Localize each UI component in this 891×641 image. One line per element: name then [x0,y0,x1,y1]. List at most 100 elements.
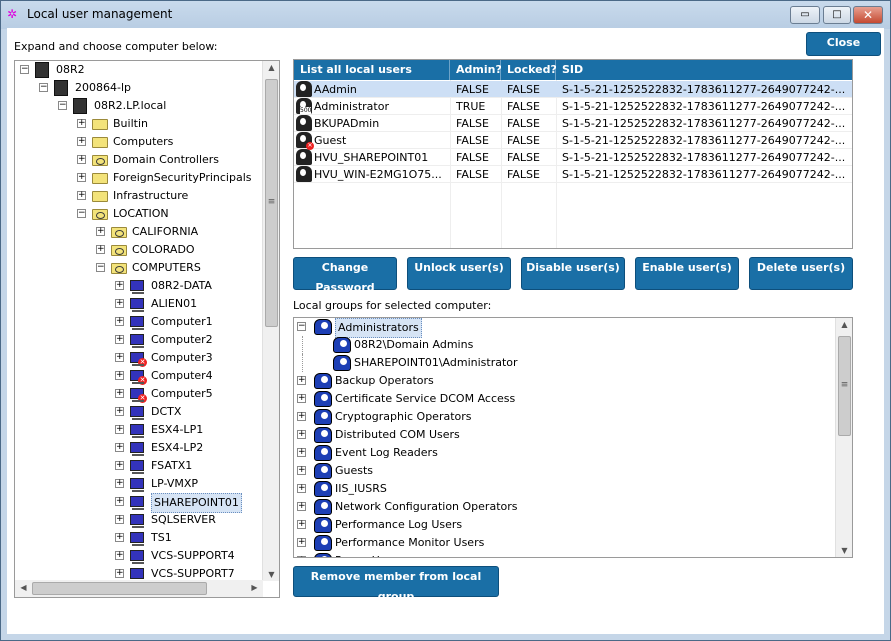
expand-icon[interactable]: + [115,299,124,308]
expand-icon[interactable]: + [115,371,124,380]
expand-icon[interactable]: + [77,173,86,182]
expand-icon[interactable]: + [297,538,306,547]
collapse-icon[interactable]: − [96,263,105,272]
collapse-icon[interactable]: − [39,83,48,92]
expand-icon[interactable]: + [297,376,306,385]
tree-item[interactable]: + ForeignSecurityPrincipals [15,169,263,187]
group-item[interactable]: + Distributed COM Users [294,426,834,444]
group-item[interactable]: + IIS_IUSRS [294,480,834,498]
collapse-icon[interactable]: − [297,322,306,331]
expand-icon[interactable]: + [77,191,86,200]
expand-icon[interactable]: + [297,430,306,439]
tree-item[interactable]: + LP-VMXP [15,475,263,493]
collapse-icon[interactable]: − [77,209,86,218]
tree-item[interactable]: + Infrastructure [15,187,263,205]
expand-icon[interactable]: + [115,533,124,542]
expand-icon[interactable]: + [115,281,124,290]
expand-icon[interactable]: + [115,335,124,344]
expand-icon[interactable]: + [297,520,306,529]
remove-member-button[interactable]: Remove member from local group [293,566,499,603]
tree-item[interactable]: +08R2-DATA [15,277,263,295]
expand-icon[interactable]: + [115,443,124,452]
tree-item[interactable]: + CALIFORNIA [15,223,263,241]
expand-icon[interactable]: + [115,479,124,488]
tree-vertical-scrollbar[interactable]: ▲ ≡ ▼ [262,61,279,581]
expand-icon[interactable]: + [297,448,306,457]
tree-item[interactable]: + DCTX [15,403,263,421]
tree-item[interactable]: + FSATX1 [15,457,263,475]
tree-item[interactable]: − 08R2 [15,61,263,79]
tree-item[interactable]: − COMPUTERS [15,259,263,277]
group-item[interactable]: − Administrators [294,318,834,338]
group-item[interactable]: + Certificate Service DCOM Access [294,390,834,408]
tree-item[interactable]: + Computer2 [15,331,263,349]
tree-item[interactable]: + VCS-SUPPORT4 [15,547,263,565]
delete-user-s-button[interactable]: Delete user(s) [749,257,853,290]
column-header-user[interactable]: List all local users [294,60,450,80]
group-item[interactable]: + Power Users [294,552,834,557]
expand-icon[interactable]: + [297,484,306,493]
user-row[interactable]: AAdmin FALSE FALSE S-1-5-21-1252522832-1783… [294,81,852,98]
tree-item[interactable]: + ALIEN01 [15,295,263,313]
tree-item[interactable]: − 200864-lp [15,79,263,97]
expand-icon[interactable]: + [297,466,306,475]
group-item[interactable]: + Network Configuration Operators [294,498,834,516]
expand-icon[interactable]: + [115,515,124,524]
tree-item[interactable]: + ESX4-LP2 [15,439,263,457]
tree-item[interactable]: + Computer3 [15,349,263,367]
close-button[interactable]: Close [806,32,881,56]
group-item[interactable]: + Performance Log Users [294,516,834,534]
expand-icon[interactable]: + [77,155,86,164]
groups-tree[interactable]: − Administrators 08R2\Domain Admins SHAREPO… [293,317,853,558]
expand-icon[interactable]: + [96,227,105,236]
expand-icon[interactable]: + [115,461,124,470]
user-row[interactable]: ✕ Guest FALSE FALSE S-1-5-21-1252522832-1783… [294,132,852,150]
h-scroll-thumb[interactable] [32,582,207,595]
collapse-icon[interactable]: − [20,65,29,74]
user-row[interactable]: BKUPADmin FALSE FALSE S-1-5-21-1252522832-1… [294,115,852,132]
tree-item[interactable]: + Builtin [15,115,263,133]
tree-item[interactable]: − 08R2.LP.local [15,97,263,115]
user-row[interactable]: 500 Administrator TRUE FALSE S-1-5-21-125252… [294,98,852,115]
tree-item[interactable]: + TS1 [15,529,263,547]
tree-item[interactable]: + COLORADO [15,241,263,259]
maximize-button[interactable]: □ [823,6,851,24]
column-header-admin[interactable]: Admin? [450,60,502,80]
minimize-button[interactable]: ▭ [790,6,820,24]
expand-icon[interactable]: + [77,119,86,128]
expand-icon[interactable]: + [297,502,306,511]
group-item[interactable]: + Event Log Readers [294,444,834,462]
expand-icon[interactable]: + [115,353,124,362]
disable-user-s-button[interactable]: Disable user(s) [521,257,625,290]
expand-icon[interactable]: + [115,425,124,434]
tree-item[interactable]: + Computer5 [15,385,263,403]
expand-icon[interactable]: + [115,569,124,578]
unlock-user-s-button[interactable]: Unlock user(s) [407,257,511,290]
expand-icon[interactable]: + [96,245,105,254]
tree-item[interactable]: + ESX4-LP1 [15,421,263,439]
column-header-sid[interactable]: SID [556,60,852,80]
group-item[interactable]: + Performance Monitor Users [294,534,834,552]
tree-item[interactable]: + SQLSERVER [15,511,263,529]
expand-icon[interactable]: + [115,407,124,416]
group-item[interactable]: + Backup Operators [294,372,834,390]
tree-item[interactable]: + Computer1 [15,313,263,331]
change-password-button[interactable]: Change Password [293,257,397,294]
tree-item[interactable]: − LOCATION [15,205,263,223]
computer-tree[interactable]: −08R2−200864-lp −08R2.LP.local + Builtin + Co… [14,60,280,598]
tree-item[interactable]: + Computer4 [15,367,263,385]
tree-item[interactable]: + Domain Controllers [15,151,263,169]
group-member-item[interactable]: SHAREPOINT01\Administrator [294,354,834,372]
expand-icon[interactable]: + [297,412,306,421]
user-row[interactable]: HVU_SHAREPOINT01 FALSE FALSE S-1-5-21-12525… [294,149,852,166]
expand-icon[interactable]: + [297,394,306,403]
expand-icon[interactable]: + [297,556,306,557]
groups-vertical-scrollbar[interactable]: ▲ ≡ ▼ [835,318,852,557]
collapse-icon[interactable]: − [58,101,67,110]
tree-item[interactable]: + Computers [15,133,263,151]
close-window-button[interactable]: ✕ [853,6,883,24]
column-header-locked[interactable]: Locked? [501,60,557,80]
tree-item[interactable]: + SHAREPOINT01 [15,493,263,513]
group-item[interactable]: + Guests [294,462,834,480]
expand-icon[interactable]: + [115,317,124,326]
